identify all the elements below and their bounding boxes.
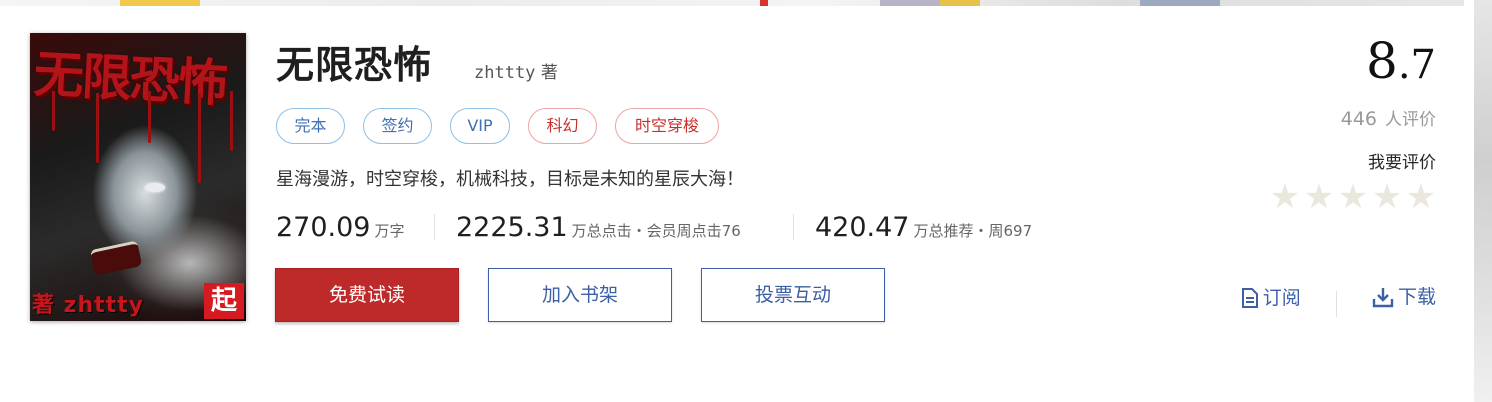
rating-count-value: 446 xyxy=(1340,108,1377,130)
stat-recommends-unit: 万总推荐・周697 xyxy=(913,222,1033,240)
vote-button[interactable]: 投票互动 xyxy=(701,268,885,322)
cover-mouth xyxy=(89,240,143,276)
rating-count: 446 人评价 xyxy=(1341,106,1436,133)
cover-badge: 起 xyxy=(204,283,244,319)
free-read-button[interactable]: 免费试读 xyxy=(275,268,459,322)
action-divider xyxy=(1335,290,1337,317)
rating-score-int: 8 xyxy=(1366,32,1398,90)
download-link[interactable]: 下载 xyxy=(1372,282,1436,312)
rating-count-label: 人评价 xyxy=(1385,110,1436,130)
subscribe-label: 订阅 xyxy=(1262,287,1301,309)
author-line: zhttty 著 xyxy=(474,62,558,84)
document-icon xyxy=(1241,288,1258,308)
book-actions: 订阅 下载 xyxy=(1241,282,1436,317)
tag-signed[interactable]: 签约 xyxy=(363,108,432,144)
author-suffix: 著 xyxy=(540,63,558,83)
stat-divider xyxy=(434,214,435,240)
rating-score: 8.7 xyxy=(1366,30,1436,104)
stat-recommends-value: 420.47 xyxy=(815,212,910,243)
book-intro: 星海漫游，时空穿梭，机械科技，目标是未知的星辰大海！ xyxy=(276,169,744,190)
stat-clicks-value: 2225.31 xyxy=(456,212,568,243)
download-icon xyxy=(1372,288,1394,308)
tag-scifi[interactable]: 科幻 xyxy=(528,108,597,144)
book-title: 无限恐怖 xyxy=(276,43,433,87)
rate-link[interactable]: 我要评价 xyxy=(1368,150,1436,176)
page-right-edge xyxy=(1464,0,1492,402)
star-icon[interactable]: ★ xyxy=(1404,180,1438,214)
top-banner-strip xyxy=(0,0,1492,6)
stat-word-count: 270.09 万字 xyxy=(276,210,405,249)
cover-author-art: 著 zhttty xyxy=(32,293,145,318)
rating-stars: ★ ★ ★ ★ ★ xyxy=(1268,180,1438,214)
tag-completed[interactable]: 完本 xyxy=(276,108,345,144)
star-icon[interactable]: ★ xyxy=(1302,180,1336,214)
stat-word-count-unit: 万字 xyxy=(374,222,405,240)
tag-vip[interactable]: VIP xyxy=(450,108,510,144)
star-icon[interactable]: ★ xyxy=(1336,180,1370,214)
star-icon[interactable]: ★ xyxy=(1268,180,1302,214)
stat-clicks-unit: 万总点击・会员周点击76 xyxy=(571,222,741,240)
tag-time-travel[interactable]: 时空穿梭 xyxy=(615,108,719,144)
download-label: 下载 xyxy=(1397,286,1436,308)
star-icon[interactable]: ★ xyxy=(1370,180,1404,214)
subscribe-link[interactable]: 订阅 xyxy=(1241,283,1301,313)
stat-clicks: 2225.31 万总点击・会员周点击76 xyxy=(456,210,741,249)
stat-recommends: 420.47 万总推荐・周697 xyxy=(815,210,1032,249)
rating-score-dec: .7 xyxy=(1397,42,1436,88)
cover-eye xyxy=(145,183,165,192)
author-link[interactable]: zhttty xyxy=(474,63,535,83)
stat-divider xyxy=(793,214,794,240)
stat-word-count-value: 270.09 xyxy=(276,212,371,243)
add-to-shelf-button[interactable]: 加入书架 xyxy=(488,268,672,322)
book-cover[interactable]: 无限恐怖 著 zhttty 起 xyxy=(30,33,246,321)
